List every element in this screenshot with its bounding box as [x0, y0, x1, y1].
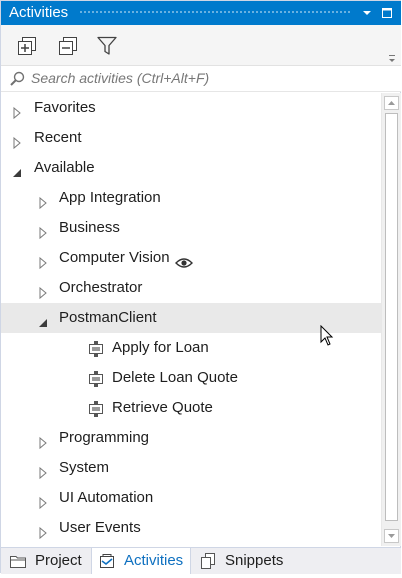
tree-item-label: Apply for Loan	[112, 339, 209, 356]
tree-item-label: System	[59, 459, 110, 476]
tree-item-retrieve-quote[interactable]: Retrieve Quote	[1, 393, 381, 423]
panel-tabs: Project Activities Snippets	[1, 547, 401, 574]
tree-item-label: Computer Vision	[59, 249, 170, 266]
activity-icon	[87, 339, 105, 357]
scrollbar-thumb[interactable]	[385, 113, 398, 521]
tree-item-ui-automation[interactable]: UI Automation	[1, 483, 381, 513]
tree-item-orchestrator[interactable]: Orchestrator	[1, 273, 381, 303]
tree-item-label: Business	[59, 219, 120, 236]
tree-item-system[interactable]: System	[1, 453, 381, 483]
tree-item-label: Available	[34, 159, 95, 176]
tab-label: Project	[35, 552, 82, 569]
folder-icon	[9, 552, 27, 570]
expand-all-icon[interactable]	[15, 34, 39, 58]
panel-title: Activities	[9, 4, 69, 21]
scroll-up-icon[interactable]	[384, 96, 399, 110]
tab-activities[interactable]: Activities	[91, 548, 191, 574]
tree-item-programming[interactable]: Programming	[1, 423, 381, 453]
tree-item-business[interactable]: Business	[1, 213, 381, 243]
collapse-arrow-icon[interactable]	[11, 161, 23, 177]
tab-project[interactable]: Project	[1, 548, 91, 574]
expand-arrow-icon[interactable]	[37, 281, 49, 300]
expand-arrow-icon[interactable]	[37, 491, 49, 510]
tree-item-label: UI Automation	[59, 489, 154, 506]
tab-label: Activities	[124, 552, 184, 569]
tree-item-user-events[interactable]: User Events	[1, 513, 381, 543]
tree-item-label: Recent	[34, 129, 82, 146]
tab-snippets[interactable]: Snippets	[191, 548, 291, 574]
expand-arrow-icon[interactable]	[37, 431, 49, 450]
filter-icon[interactable]	[95, 34, 119, 58]
panel-title-bar[interactable]: Activities	[1, 1, 401, 25]
collapse-arrow-icon[interactable]	[37, 311, 49, 327]
tab-label: Snippets	[225, 552, 284, 569]
tree-item-computer-vision[interactable]: Computer Vision	[1, 243, 381, 273]
collapse-all-icon[interactable]	[56, 34, 80, 58]
tree-item-label: Delete Loan Quote	[112, 369, 238, 386]
window-position-dropdown-icon[interactable]	[359, 5, 375, 21]
expand-arrow-icon[interactable]	[37, 521, 49, 540]
expand-arrow-icon[interactable]	[37, 221, 49, 240]
tree-item-delete-loan-quote[interactable]: Delete Loan Quote	[1, 363, 381, 393]
tree-item-label: Favorites	[34, 99, 96, 116]
eye-icon	[175, 251, 193, 268]
tree-item-label: PostmanClient	[59, 309, 157, 326]
snippets-icon	[199, 552, 217, 570]
tree-item-label: App Integration	[59, 189, 161, 206]
expand-arrow-icon[interactable]	[11, 101, 23, 120]
scroll-down-icon[interactable]	[384, 529, 399, 543]
tree-item-label: Retrieve Quote	[112, 399, 213, 416]
tree-item-label: Orchestrator	[59, 279, 143, 296]
tree-item-recent[interactable]: Recent	[1, 123, 381, 153]
activities-panel: Activities Search activities (Ctrl+Alt+F…	[0, 0, 401, 574]
expand-arrow-icon[interactable]	[37, 191, 49, 210]
expand-arrow-icon[interactable]	[37, 461, 49, 480]
search-bar	[1, 66, 401, 92]
activity-icon	[87, 399, 105, 417]
expand-arrow-icon[interactable]	[37, 251, 49, 270]
search-icon	[9, 71, 25, 87]
activities-tree: Favorites Recent Available App Integrati…	[1, 93, 381, 546]
maximize-icon[interactable]	[379, 5, 395, 21]
activity-icon	[87, 369, 105, 387]
search-input[interactable]	[31, 68, 371, 88]
activities-tab-icon	[98, 552, 116, 570]
toolbar-overflow-icon[interactable]	[388, 51, 396, 62]
vertical-scrollbar[interactable]	[381, 93, 401, 546]
tree-item-label: User Events	[59, 519, 141, 536]
expand-arrow-icon[interactable]	[11, 131, 23, 150]
title-bar-grip	[79, 10, 351, 15]
mouse-cursor-icon	[320, 324, 334, 347]
tree-item-label: Programming	[59, 429, 150, 446]
activities-toolbar	[1, 25, 401, 66]
tree-item-app-integration[interactable]: App Integration	[1, 183, 381, 213]
tree-item-available[interactable]: Available	[1, 153, 381, 183]
tree-item-favorites[interactable]: Favorites	[1, 93, 381, 123]
